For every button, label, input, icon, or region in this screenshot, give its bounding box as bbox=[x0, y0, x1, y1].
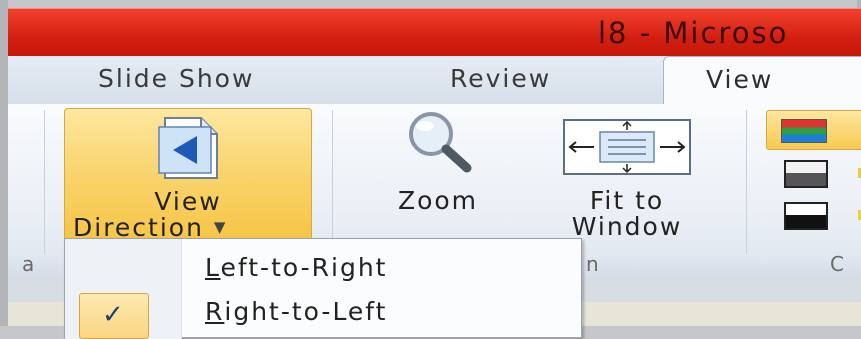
group-label-fragment: n bbox=[586, 252, 599, 276]
ribbon-tab-row: Slide Show Review View bbox=[8, 56, 861, 104]
group-separator bbox=[44, 110, 45, 270]
black-white-icon[interactable] bbox=[784, 202, 828, 230]
view-direction-button[interactable]: View Direction ▼ bbox=[64, 108, 312, 246]
fit-to-window-label: Window bbox=[571, 212, 683, 241]
view-direction-menu: Left-to-Right ✓ Right-to-Left bbox=[64, 238, 582, 339]
window-frame-left bbox=[0, 0, 8, 326]
menu-item-left-to-right[interactable]: Left-to-Right bbox=[205, 253, 387, 282]
fit-to-window-label: Fit to bbox=[589, 186, 665, 215]
title-bar[interactable]: l8 - Microso bbox=[8, 8, 861, 57]
color-swatch-icon bbox=[781, 119, 827, 143]
page-arrow-left-icon bbox=[158, 117, 218, 179]
zoom-label: Zoom bbox=[397, 186, 479, 215]
menu-item-right-to-left[interactable]: Right-to-Left bbox=[205, 297, 387, 326]
fit-to-window-button[interactable]: Fit to Window bbox=[538, 108, 728, 246]
chevron-down-icon: ▼ bbox=[213, 218, 228, 236]
view-direction-label: View bbox=[154, 187, 222, 216]
fit-window-icon bbox=[563, 119, 691, 175]
tab-review[interactable]: Review bbox=[450, 64, 551, 93]
tab-slide-show[interactable]: Slide Show bbox=[98, 64, 254, 93]
zoom-button[interactable]: Zoom bbox=[363, 108, 513, 246]
checkmark-highlight: ✓ bbox=[79, 293, 149, 339]
window-title: l8 - Microso bbox=[598, 16, 789, 50]
tab-view[interactable]: View bbox=[663, 56, 861, 104]
magnifier-icon bbox=[409, 112, 472, 173]
grayscale-icon[interactable] bbox=[784, 160, 828, 188]
group-label-fragment: C bbox=[830, 252, 844, 276]
color-button[interactable] bbox=[766, 110, 861, 150]
group-separator bbox=[746, 110, 747, 270]
group-label-fragment: a bbox=[22, 252, 35, 276]
